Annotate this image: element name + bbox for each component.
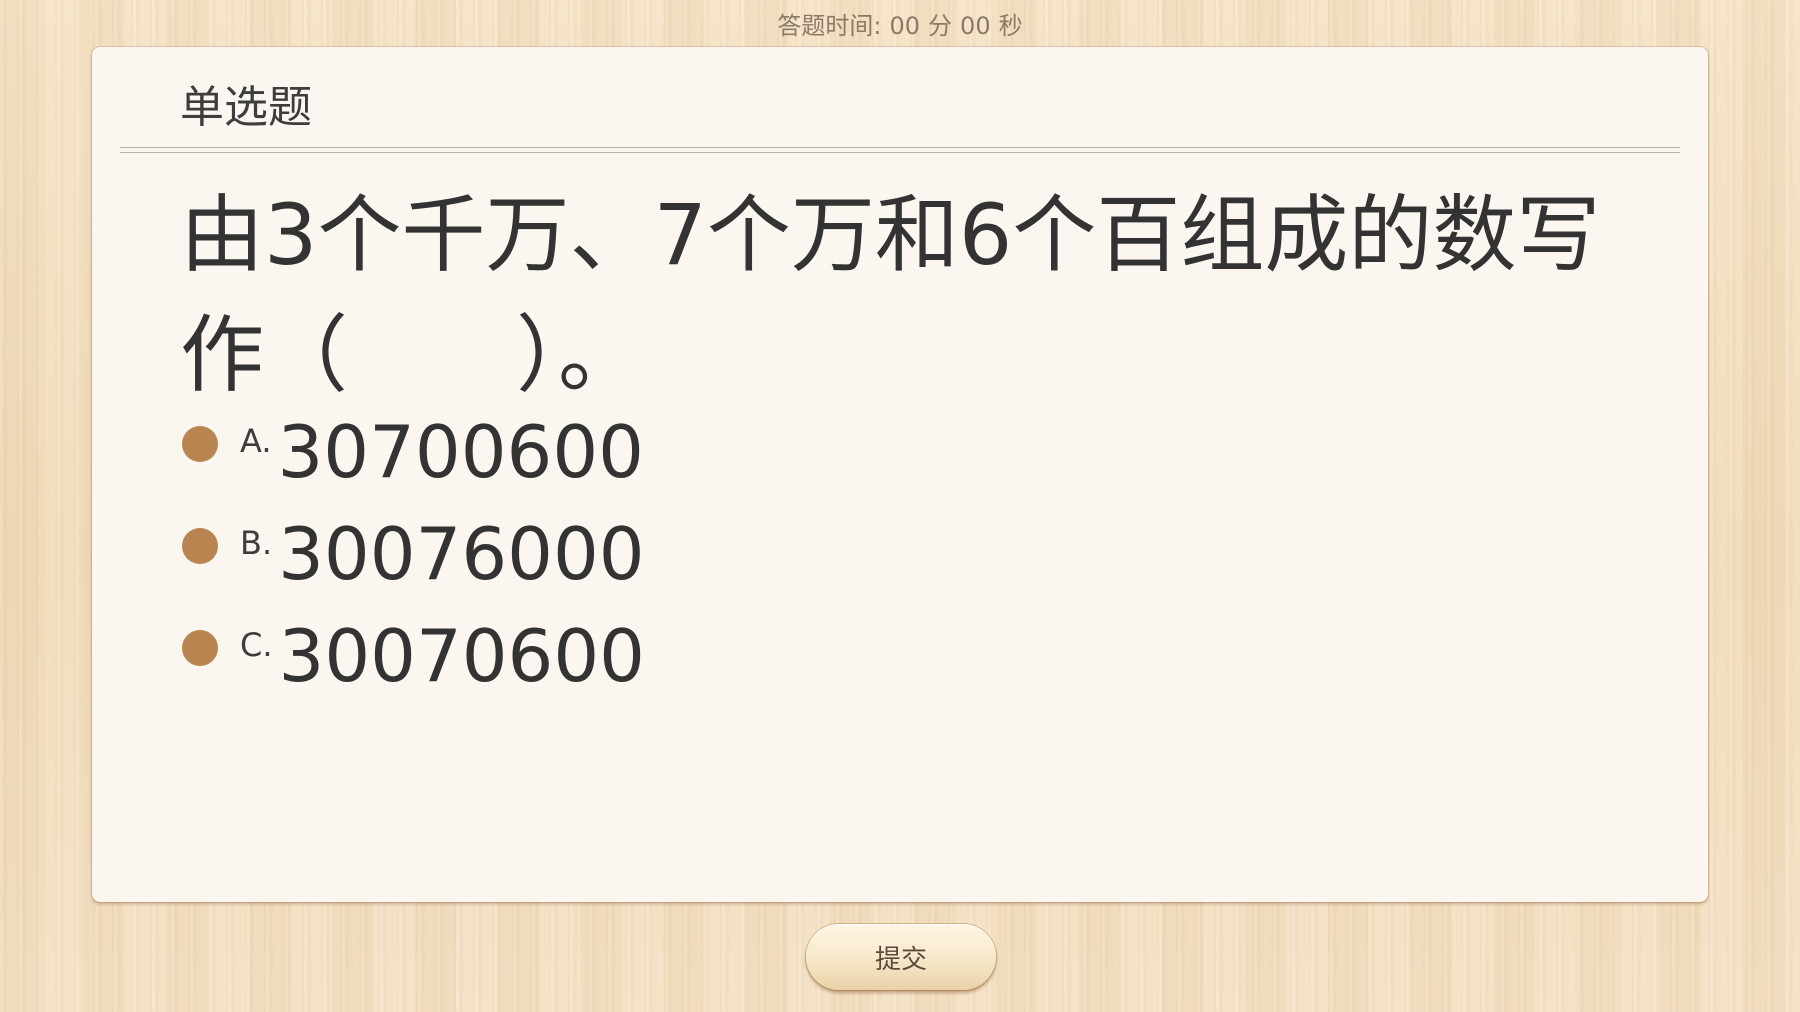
option-a[interactable]: A. 30700600 <box>182 412 645 514</box>
timer-minutes: 00 <box>889 12 921 40</box>
question-type-label: 单选题 <box>180 82 312 133</box>
option-letter: B. <box>240 524 273 562</box>
question-text: 由3个千万、7个万和6个百组成的数写作（ ）。 <box>180 186 1601 404</box>
option-letter: A. <box>240 422 272 460</box>
option-text: 30700600 <box>277 410 644 494</box>
option-letter: C. <box>240 626 273 664</box>
option-text: 30070600 <box>278 614 645 698</box>
timer-seconds-unit: 秒 <box>998 12 1023 40</box>
timer-label: 答题时间: <box>777 12 882 40</box>
option-b[interactable]: B. 30076000 <box>182 514 645 616</box>
header-divider <box>120 147 1680 153</box>
radio-bullet-icon[interactable] <box>182 630 218 666</box>
question-card: 单选题 由3个千万、7个万和6个百组成的数写作（ ）。 A. 30700600 … <box>92 47 1708 902</box>
submit-button[interactable]: 提交 <box>806 924 996 990</box>
timer-minutes-unit: 分 <box>928 12 953 40</box>
radio-bullet-icon[interactable] <box>182 528 218 564</box>
option-text: 30076000 <box>278 512 645 596</box>
option-c[interactable]: C. 30070600 <box>182 616 645 718</box>
timer-seconds: 00 <box>960 12 991 40</box>
radio-bullet-icon[interactable] <box>182 426 218 462</box>
options-list: A. 30700600 B. 30076000 C. 30070600 <box>182 412 645 718</box>
answer-timer: 答题时间: 00 分 00 秒 <box>0 6 1800 41</box>
